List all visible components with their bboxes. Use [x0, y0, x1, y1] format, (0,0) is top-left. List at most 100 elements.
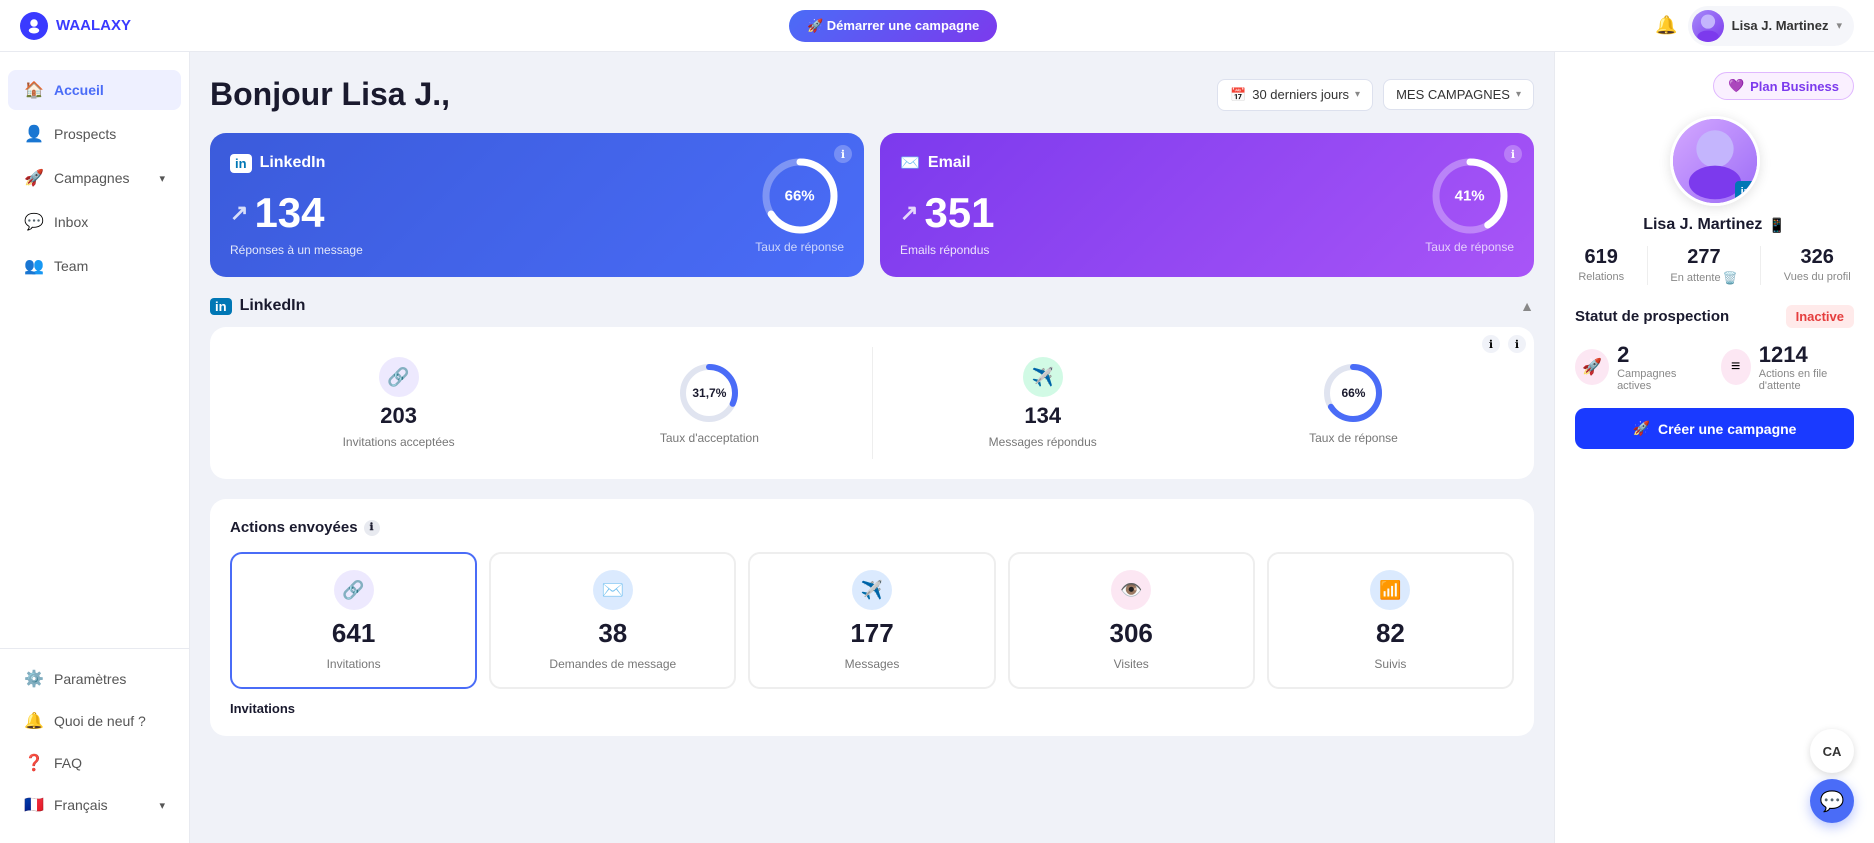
queue-actions-stat: ≡ 1214 Actions en file d'attente — [1721, 342, 1855, 392]
date-filter-dropdown[interactable]: 📅 30 derniers jours ▾ — [1217, 79, 1373, 111]
plan-icon: 💜 — [1728, 78, 1744, 94]
language-fab[interactable]: CA — [1810, 729, 1854, 773]
campaign-filter-label: MES CAMPAGNES — [1396, 87, 1510, 102]
sidebar-item-language[interactable]: 🇫🇷 Français ▾ — [8, 785, 181, 825]
linkedin-section-title: LinkedIn — [240, 297, 306, 315]
actions-cards: 🔗 641 Invitations ✉️ 38 Demandes de mess… — [230, 552, 1514, 689]
chat-fab[interactable]: 💬 — [1810, 779, 1854, 823]
plan-badge: 💜 Plan Business — [1713, 72, 1854, 100]
campaign-filter-dropdown[interactable]: MES CAMPAGNES ▾ — [1383, 79, 1534, 110]
sidebar-item-parametres[interactable]: ⚙️ Paramètres — [8, 659, 181, 699]
actions-bottom-label: Invitations — [230, 701, 1514, 716]
actions-info-icon[interactable]: ℹ — [364, 520, 380, 536]
sidebar-item-quoideneuf[interactable]: 🔔 Quoi de neuf ? — [8, 701, 181, 741]
email-card-left: ✉️ Email ↗ 351 Emails répondus — [900, 153, 995, 257]
faq-icon: ❓ — [24, 753, 44, 773]
message-request-icon: ✉️ — [593, 570, 633, 610]
email-rate-label: Taux de réponse — [1425, 240, 1514, 254]
prospects-icon: 👤 — [24, 124, 44, 144]
active-campaigns-label: Campagnes actives — [1617, 368, 1708, 392]
linkedin-card-info-icon[interactable]: ℹ — [834, 145, 852, 163]
follows-num: 82 — [1376, 618, 1405, 649]
profile-stats: 619 Relations 277 En attente 🗑️ 326 Vues… — [1575, 246, 1854, 285]
active-campaigns-num: 2 — [1617, 342, 1708, 368]
topbar-center: 🚀 Démarrer une campagne — [789, 10, 997, 42]
email-response-rate-gauge: 41% — [1430, 156, 1510, 236]
sidebar-bottom: ⚙️ Paramètres 🔔 Quoi de neuf ? ❓ FAQ 🇫🇷 … — [0, 648, 189, 827]
chat-fab-icon: 💬 — [1820, 789, 1845, 814]
linkedin-section-info2-icon[interactable]: ℹ — [1482, 335, 1500, 353]
email-card-info-icon[interactable]: ℹ — [1504, 145, 1522, 163]
trash-icon[interactable]: 🗑️ — [1723, 271, 1738, 285]
send-icon: ✈️ — [1023, 357, 1063, 397]
sidebar-label-parametres: Paramètres — [54, 671, 126, 687]
stats-row: in LinkedIn ↗ 134 Réponses à un message — [210, 133, 1534, 277]
acceptance-rate-label: Taux d'acceptation — [660, 431, 759, 445]
linkedin-section: ℹ ℹ 🔗 203 Invitations acceptées — [210, 327, 1534, 479]
linkedin-stats-card: in LinkedIn ↗ 134 Réponses à un message — [210, 133, 864, 277]
sidebar-label-prospects: Prospects — [54, 126, 116, 142]
message-response-rate-gauge: 66% — [1321, 361, 1385, 425]
user-badge[interactable]: Lisa J. Martinez ▾ — [1688, 6, 1854, 46]
logo-icon — [20, 12, 48, 40]
linkedin-response-rate-gauge: 66% — [760, 156, 840, 236]
relations-label: Relations — [1578, 271, 1624, 283]
linkedin-collapse-icon[interactable]: ▲ — [1520, 298, 1534, 314]
sidebar-item-team[interactable]: 👥 Team — [8, 246, 181, 286]
sidebar: 🏠 Accueil 👤 Prospects 🚀 Campagnes ▾ 💬 In… — [0, 52, 190, 843]
linkedin-response-label: Réponses à un message — [230, 243, 363, 257]
linkedin-card-title: in LinkedIn — [230, 154, 363, 173]
message-requests-num: 38 — [598, 618, 627, 649]
create-campaign-button[interactable]: 🚀 Créer une campagne — [1575, 408, 1854, 449]
profile-section: in Lisa J. Martinez 📱 619 Relations 277 … — [1575, 116, 1854, 285]
linkedin-title-icon: in — [230, 154, 252, 173]
right-panel: 💜 Plan Business in Lisa J. Martinez 📱 61… — [1554, 52, 1874, 843]
action-card-follows[interactable]: 📶 82 Suivis — [1267, 552, 1514, 689]
linkedin-stats-left: 🔗 203 Invitations acceptées 31,7% Tau — [230, 347, 873, 459]
profile-name: Lisa J. Martinez 📱 — [1643, 216, 1786, 234]
linkedin-num-icon: ↗ — [230, 200, 248, 226]
language-fab-label: CA — [1823, 744, 1842, 759]
action-card-messages[interactable]: ✈️ 177 Messages — [748, 552, 995, 689]
create-campaign-rocket-icon: 🚀 — [1633, 420, 1650, 437]
invitations-accepted-num: 203 — [380, 403, 417, 429]
invitations-icon: 🔗 — [334, 570, 374, 610]
messages-responded-num: 134 — [1024, 403, 1061, 429]
linkedin-section-info-icon[interactable]: ℹ — [1508, 335, 1526, 353]
actions-section: Actions envoyées ℹ 🔗 641 Invitations ✉️ … — [210, 499, 1534, 736]
notification-bell-icon[interactable]: 🔔 — [1655, 15, 1677, 36]
sidebar-label-accueil: Accueil — [54, 82, 104, 98]
rocket-icon: 🚀 — [1575, 349, 1609, 385]
sidebar-label-language: Français — [54, 797, 108, 813]
pending-count: 277 — [1687, 246, 1720, 269]
email-title-icon: ✉️ — [900, 153, 920, 173]
sidebar-item-faq[interactable]: ❓ FAQ — [8, 743, 181, 783]
stat-divider-1 — [1647, 246, 1648, 285]
start-campaign-button[interactable]: 🚀 Démarrer une campagne — [789, 10, 997, 42]
sidebar-label-quoideneuf: Quoi de neuf ? — [54, 713, 146, 729]
sidebar-item-accueil[interactable]: 🏠 Accueil — [8, 70, 181, 110]
sidebar-item-campagnes[interactable]: 🚀 Campagnes ▾ — [8, 158, 181, 198]
linkedin-stats-right: ✈️ 134 Messages répondus 66% Taux de r — [873, 347, 1515, 459]
invitations-accepted-label: Invitations acceptées — [343, 435, 455, 449]
queue-actions-num: 1214 — [1759, 342, 1854, 368]
main-content: Bonjour Lisa J., 📅 30 derniers jours ▾ M… — [190, 52, 1554, 843]
pending-label: En attente 🗑️ — [1670, 271, 1737, 285]
sidebar-label-campagnes: Campagnes — [54, 170, 130, 186]
logo-text: WAALAXY — [56, 17, 131, 34]
sidebar-item-prospects[interactable]: 👤 Prospects — [8, 114, 181, 154]
visits-num: 306 — [1110, 618, 1153, 649]
action-card-invitations[interactable]: 🔗 641 Invitations — [230, 552, 477, 689]
queue-actions-info: 1214 Actions en file d'attente — [1759, 342, 1854, 392]
action-card-message-requests[interactable]: ✉️ 38 Demandes de message — [489, 552, 736, 689]
date-filter-label: 30 derniers jours — [1252, 87, 1349, 102]
linkedin-card-left: in LinkedIn ↗ 134 Réponses à un message — [230, 154, 363, 257]
campaigns-chevron-icon: ▾ — [159, 172, 165, 185]
active-campaigns-stat: 🚀 2 Campagnes actives — [1575, 342, 1709, 392]
sidebar-item-inbox[interactable]: 💬 Inbox — [8, 202, 181, 242]
message-requests-label: Demandes de message — [549, 657, 676, 671]
messages-label: Messages — [845, 657, 900, 671]
logo: WAALAXY — [20, 12, 131, 40]
prospection-section: Statut de prospection Inactive 🚀 2 Campa… — [1575, 305, 1854, 449]
action-card-visits[interactable]: 👁️ 306 Visites — [1008, 552, 1255, 689]
